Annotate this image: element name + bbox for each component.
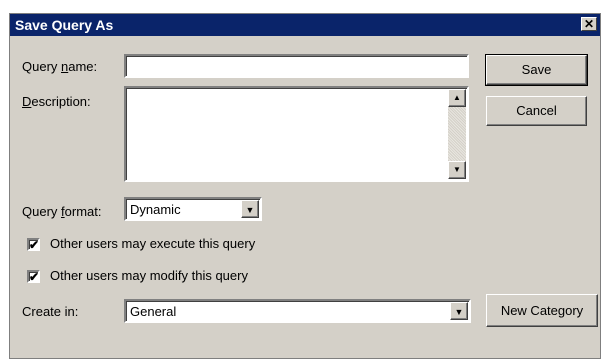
create-in-dropdown-button[interactable]: ▼ bbox=[450, 302, 468, 320]
create-in-select[interactable]: General ▼ bbox=[124, 299, 471, 323]
close-icon: ✕ bbox=[583, 17, 595, 31]
query-format-value: Dynamic bbox=[130, 202, 181, 217]
query-format-label: Query format: bbox=[22, 204, 102, 219]
chevron-down-icon: ▼ bbox=[245, 205, 255, 215]
execute-option-label: Other users may execute this query bbox=[50, 236, 256, 251]
description-label: Description: bbox=[22, 94, 91, 109]
new-category-button[interactable]: New Category bbox=[486, 294, 598, 327]
title-bar: Save Query As ✕ bbox=[10, 14, 600, 36]
query-format-select[interactable]: Dynamic ▼ bbox=[124, 197, 262, 221]
query-format-dropdown-button[interactable]: ▼ bbox=[241, 200, 259, 218]
scroll-down-button[interactable]: ▼ bbox=[448, 161, 466, 179]
create-in-value: General bbox=[130, 304, 177, 319]
scroll-up-button[interactable]: ▲ bbox=[448, 89, 466, 107]
modify-option-label: Other users may modify this query bbox=[50, 268, 248, 283]
cancel-button[interactable]: Cancel bbox=[486, 96, 587, 126]
arrow-up-icon: ▲ bbox=[453, 93, 461, 102]
description-textarea[interactable]: ▲ ▼ bbox=[124, 86, 469, 182]
check-icon: ✔ bbox=[29, 238, 40, 252]
save-query-dialog: Save Query As ✕ Query name: Description:… bbox=[9, 13, 601, 359]
check-icon: ✔ bbox=[29, 270, 40, 284]
execute-checkbox[interactable]: ✔ bbox=[27, 238, 40, 251]
query-name-label: Query name: bbox=[22, 59, 98, 74]
save-button[interactable]: Save bbox=[485, 54, 588, 86]
chevron-down-icon: ▼ bbox=[454, 307, 464, 317]
arrow-down-icon: ▼ bbox=[453, 165, 461, 174]
description-scrollbar[interactable]: ▲ ▼ bbox=[448, 89, 466, 179]
dialog-title: Save Query As bbox=[15, 17, 114, 33]
create-in-label: Create in: bbox=[22, 304, 79, 319]
modify-checkbox[interactable]: ✔ bbox=[27, 270, 40, 283]
query-name-input[interactable] bbox=[124, 54, 469, 78]
close-button[interactable]: ✕ bbox=[581, 17, 597, 31]
